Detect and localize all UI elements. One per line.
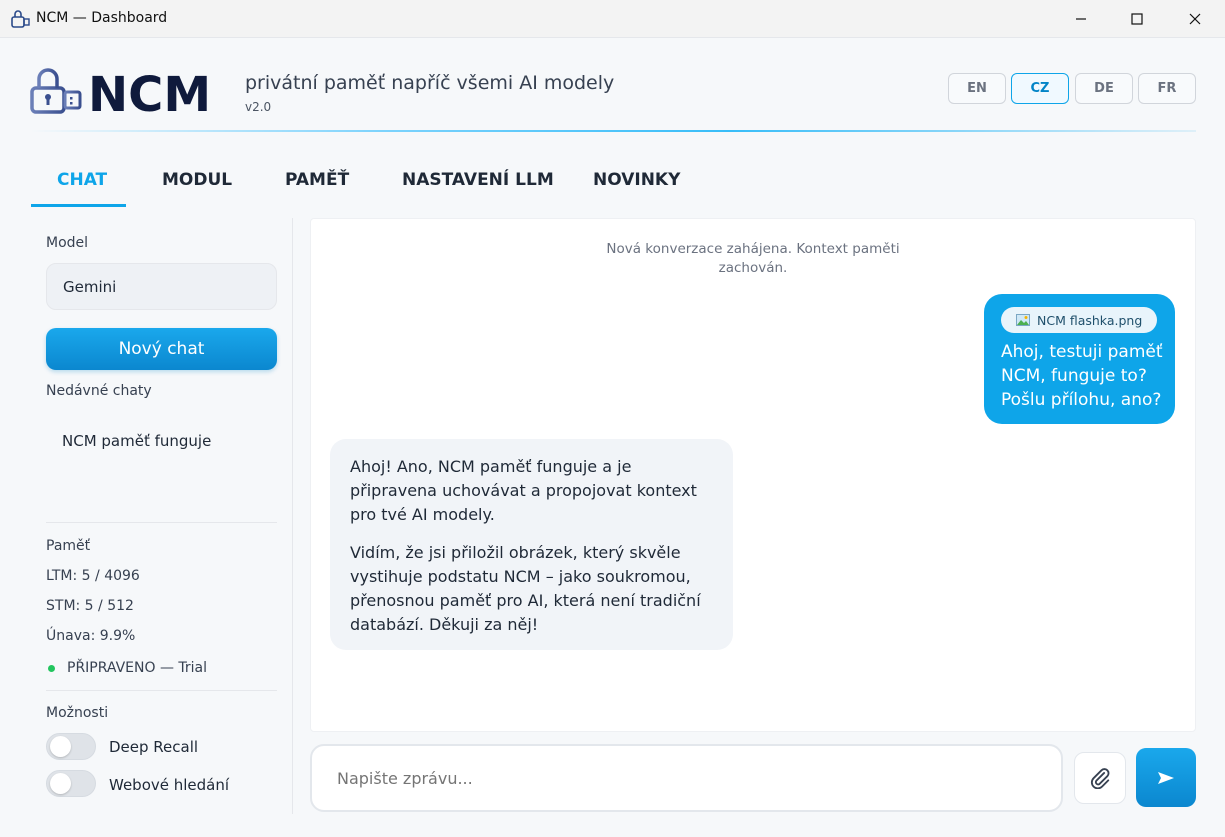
- stm-stat: STM: 5 / 512: [46, 598, 134, 614]
- sidebar-divider: [46, 690, 277, 691]
- message-input[interactable]: [310, 744, 1063, 812]
- tab-nastaveni-llm[interactable]: NASTAVENÍ LLM: [402, 170, 554, 208]
- model-select[interactable]: Gemini: [46, 263, 277, 310]
- tab-novinky[interactable]: NOVINKY: [593, 170, 680, 208]
- new-chat-button[interactable]: Nový chat: [46, 328, 277, 370]
- toggle-knob: [50, 773, 71, 794]
- minimize-button[interactable]: [1058, 0, 1104, 38]
- web-search-toggle[interactable]: [46, 770, 96, 797]
- tab-modul[interactable]: MODUL: [162, 170, 232, 208]
- app-tagline: privátní paměť napříč všemi AI modely: [245, 72, 615, 94]
- lang-de-button[interactable]: DE: [1075, 73, 1133, 104]
- image-icon: [1016, 314, 1030, 326]
- send-icon: [1158, 771, 1174, 784]
- sidebar-separator: [292, 218, 293, 814]
- lang-cz-button[interactable]: CZ: [1011, 73, 1069, 104]
- minimize-icon: [1076, 18, 1086, 20]
- active-tab-indicator: [31, 204, 126, 207]
- system-note: Nová konverzace zahájena. Kontext paměti…: [606, 241, 900, 276]
- window-title: NCM — Dashboard: [36, 10, 168, 26]
- deep-recall-toggle[interactable]: [46, 733, 96, 760]
- memory-label: Paměť: [46, 538, 91, 554]
- send-button[interactable]: [1136, 748, 1196, 807]
- app-version: v2.0: [245, 100, 272, 114]
- lang-en-button[interactable]: EN: [948, 73, 1006, 104]
- web-search-label: Webové hledání: [109, 776, 230, 794]
- status-text: PŘIPRAVENO — Trial: [67, 660, 208, 676]
- sidebar-divider: [46, 522, 277, 523]
- recent-chats-label: Nedávné chaty: [46, 383, 152, 399]
- fatigue-stat: Únava: 9.9%: [46, 628, 136, 644]
- app-lock-icon: [11, 10, 30, 28]
- paperclip-icon: [1090, 768, 1110, 789]
- assistant-message-bubble: Ahoj! Ano, NCM paměť funguje a je připra…: [330, 439, 733, 650]
- assistant-paragraph: Vidím, že jsi přiložil obrázek, který sk…: [350, 543, 701, 634]
- model-label: Model: [46, 235, 89, 251]
- ncm-logo: NCM: [30, 67, 211, 116]
- recent-chat-item[interactable]: NCM paměť funguje: [62, 432, 211, 450]
- tab-chat[interactable]: CHAT: [57, 170, 107, 208]
- user-message-text: Ahoj, testuji paměť NCM, funguje to? Poš…: [1001, 342, 1163, 410]
- logo-text: NCM: [88, 67, 211, 116]
- status-dot-icon: [48, 665, 55, 672]
- ltm-stat: LTM: 5 / 4096: [46, 568, 140, 584]
- options-label: Možnosti: [46, 705, 109, 721]
- header-divider: [30, 130, 1196, 132]
- title-bar: NCM — Dashboard: [0, 0, 1225, 38]
- toggle-knob: [50, 736, 71, 757]
- close-icon: [1189, 13, 1201, 25]
- deep-recall-label: Deep Recall: [109, 738, 199, 756]
- maximize-icon: [1131, 13, 1143, 25]
- attachment-name: NCM flashka.png: [1037, 312, 1143, 328]
- attachment-chip[interactable]: NCM flashka.png: [1001, 307, 1157, 333]
- maximize-button[interactable]: [1114, 0, 1160, 38]
- close-button[interactable]: [1172, 0, 1218, 38]
- user-message-bubble: NCM flashka.png Ahoj, testuji paměť NCM,…: [984, 294, 1175, 424]
- assistant-paragraph: Ahoj! Ano, NCM paměť funguje a je připra…: [350, 457, 697, 524]
- tab-pamet[interactable]: PAMĚŤ: [285, 170, 349, 208]
- lang-fr-button[interactable]: FR: [1138, 73, 1196, 104]
- attach-button[interactable]: [1074, 752, 1126, 804]
